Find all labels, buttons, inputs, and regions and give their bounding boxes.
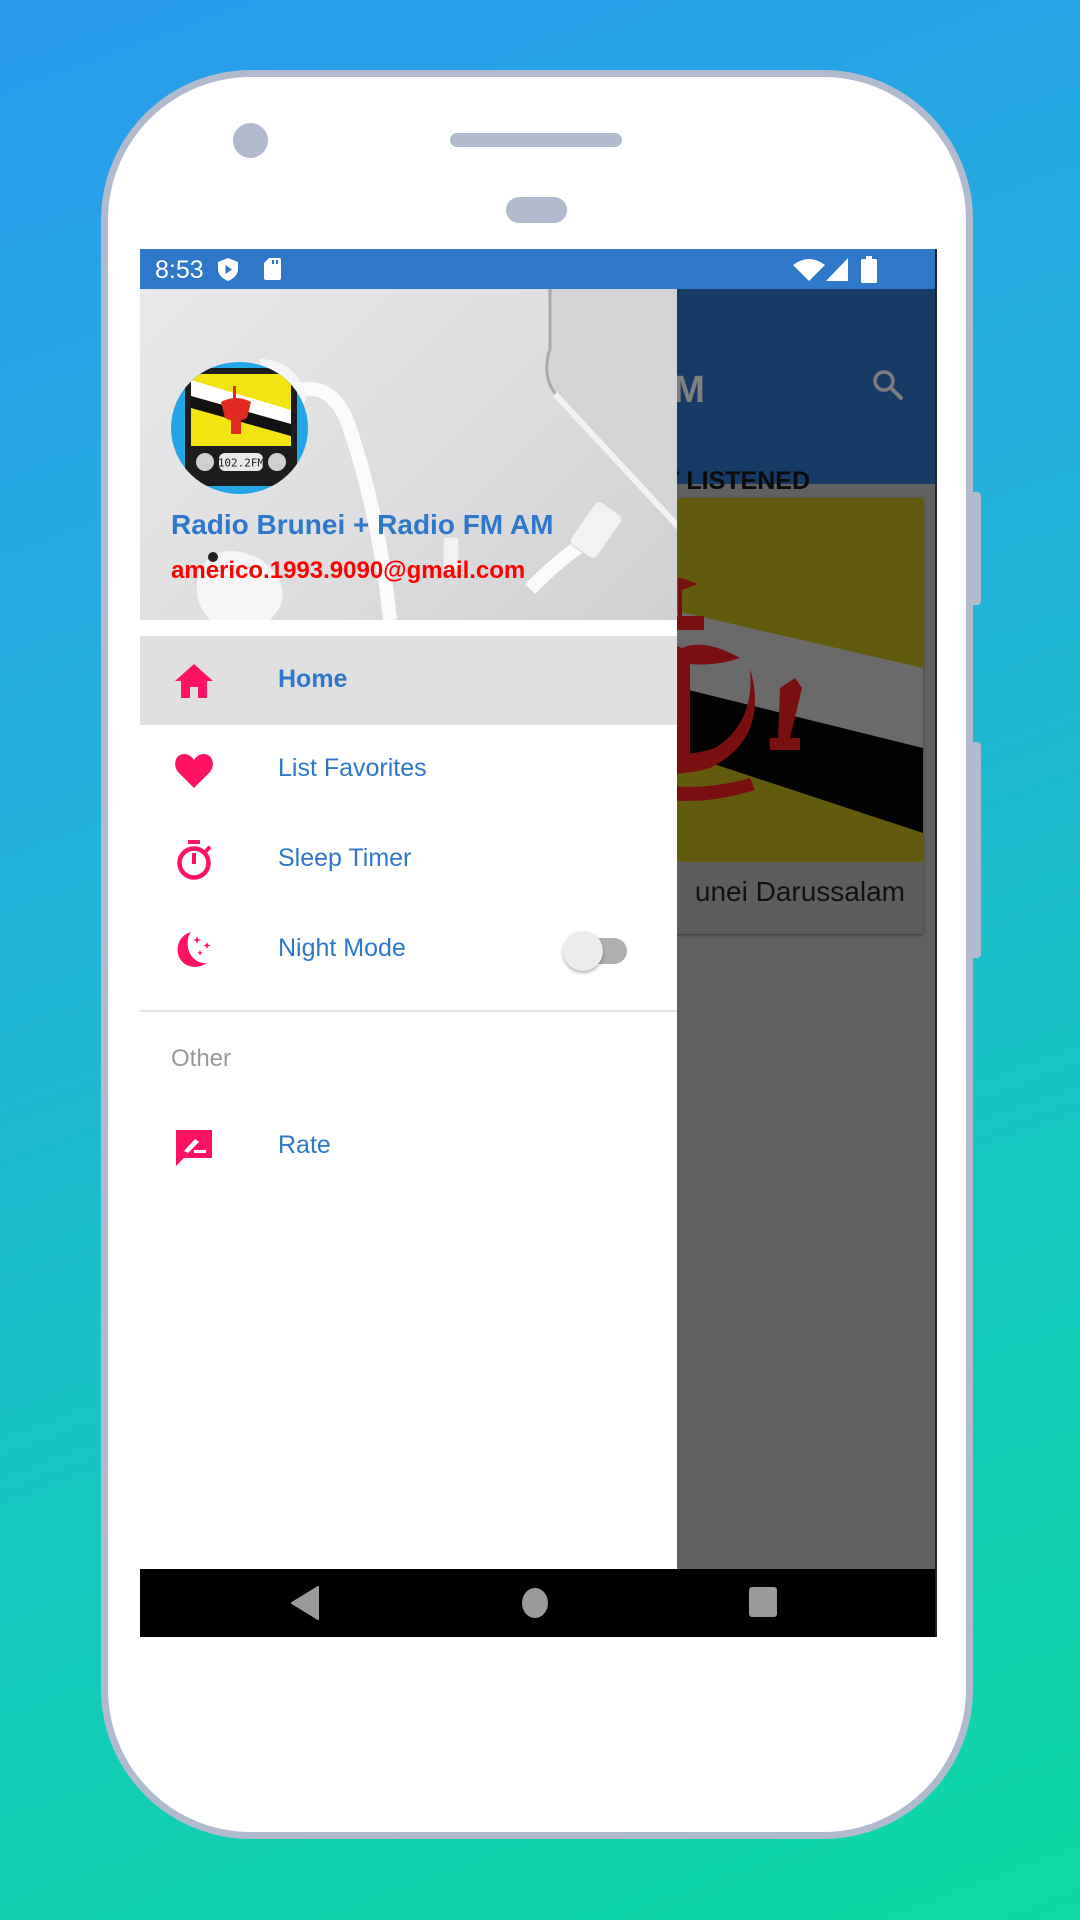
drawer-email: americo.1993.9090@gmail.com <box>171 557 526 584</box>
menu-item-list-favorites[interactable]: List Favorites <box>140 725 677 814</box>
night-mode-toggle[interactable] <box>563 931 629 971</box>
home-circle-icon[interactable] <box>521 1581 549 1630</box>
avatar-frequency: 102.2FM <box>218 457 265 470</box>
menu-label-sleep-timer: Sleep Timer <box>278 844 412 872</box>
menu-item-night-mode[interactable]: Night Mode <box>140 905 677 994</box>
sd-card-icon <box>264 258 281 285</box>
drawer-app-name: Radio Brunei + Radio FM AM <box>171 509 554 540</box>
front-camera <box>233 123 268 158</box>
rate-review-icon <box>173 1126 215 1168</box>
app-logo-avatar[interactable]: 102.2FM <box>171 362 308 494</box>
toggle-thumb <box>563 931 603 971</box>
drawer-header: 102.2FM Radio Brunei + Radio FM AM ameri… <box>140 289 677 620</box>
status-bar: 8:53 <box>140 249 935 289</box>
system-navigation-bar <box>140 1569 935 1637</box>
play-protect-shield-icon <box>218 258 238 286</box>
moon-stars-icon <box>173 929 215 971</box>
heart-icon <box>173 749 215 791</box>
timer-icon <box>173 839 215 881</box>
menu-label-list-favorites: List Favorites <box>278 754 427 782</box>
recents-square-icon[interactable] <box>748 1581 778 1630</box>
menu-label-rate: Rate <box>278 1131 331 1159</box>
section-title-other: Other <box>171 1045 232 1072</box>
navigation-drawer: 102.2FM Radio Brunei + Radio FM AM ameri… <box>140 289 677 1569</box>
search-icon[interactable] <box>872 369 904 406</box>
back-icon[interactable] <box>290 1581 320 1630</box>
menu-label-night-mode: Night Mode <box>278 934 406 962</box>
device-screen: 8:53 M AM IOST LISTENED <box>140 249 937 1637</box>
menu-item-rate[interactable]: Rate <box>140 1102 677 1191</box>
menu-item-sleep-timer[interactable]: Sleep Timer <box>140 815 677 904</box>
menu-divider <box>140 1010 677 1012</box>
station-name: unei Darussalam <box>694 876 905 907</box>
home-icon <box>173 660 215 702</box>
status-time: 8:53 <box>155 256 204 284</box>
wifi-icon <box>793 259 825 286</box>
menu-label-home: Home <box>278 665 348 693</box>
battery-icon <box>861 256 877 288</box>
cell-signal-icon <box>826 258 848 286</box>
power-button <box>972 492 981 605</box>
proximity-sensor <box>506 197 567 223</box>
earpiece-speaker <box>450 133 622 147</box>
volume-button <box>972 742 981 958</box>
menu-item-home[interactable]: Home <box>140 636 677 725</box>
